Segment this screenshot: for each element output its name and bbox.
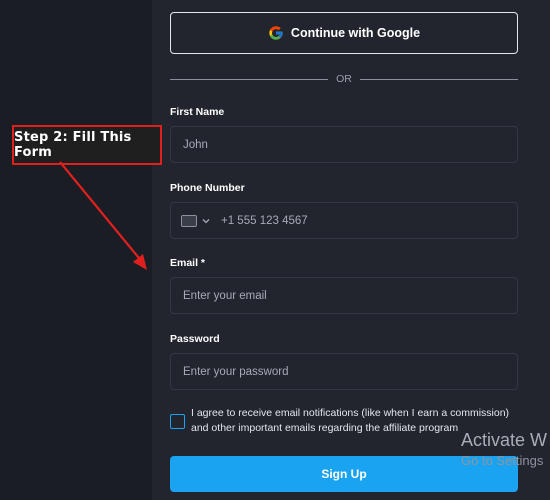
- email-input[interactable]: [170, 277, 518, 314]
- watermark-line-2: Go to Settings: [461, 453, 544, 468]
- agree-checkbox[interactable]: [170, 414, 185, 429]
- google-icon: [269, 26, 283, 40]
- phone-number-field: [170, 202, 518, 239]
- activation-watermark: Activate W Go to Settings: [461, 430, 547, 468]
- watermark-line-1: Activate W: [461, 430, 548, 450]
- first-name-input[interactable]: [170, 126, 518, 163]
- password-input[interactable]: [170, 353, 518, 390]
- or-divider: OR: [170, 72, 518, 86]
- flag-icon: [181, 215, 197, 227]
- step-callout: Step 2: Fill This Form: [12, 125, 162, 165]
- phone-number-label: Phone Number: [170, 182, 245, 194]
- country-code-select[interactable]: [181, 213, 217, 229]
- phone-number-input[interactable]: [221, 203, 511, 238]
- google-button-label: Continue with Google: [290, 26, 421, 40]
- email-label: Email *: [170, 257, 206, 269]
- divider-line-right: [360, 79, 518, 80]
- password-label: Password: [170, 333, 220, 345]
- continue-with-google-button[interactable]: Continue with Google: [170, 12, 518, 54]
- chevron-down-icon: [202, 219, 210, 224]
- first-name-label: First Name: [170, 106, 225, 118]
